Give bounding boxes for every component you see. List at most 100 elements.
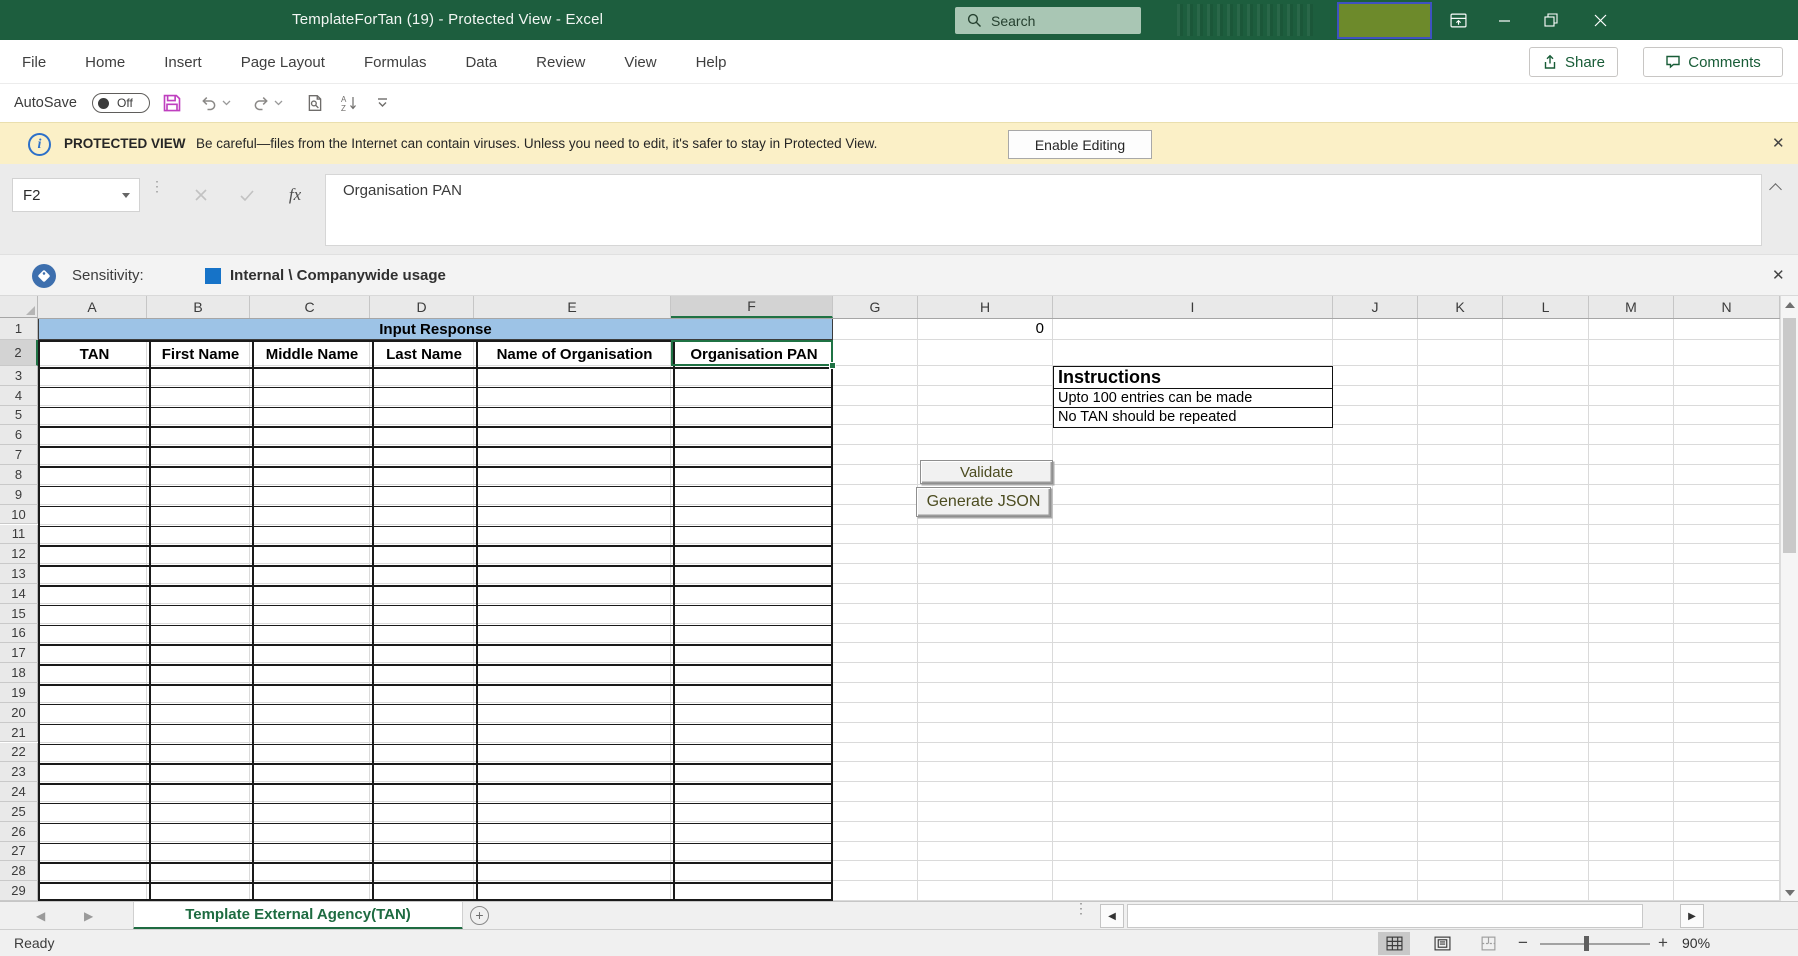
vertical-scrollbar-thumb[interactable] xyxy=(1783,318,1796,553)
share-button[interactable]: Share xyxy=(1529,47,1618,77)
page-break-view-button[interactable] xyxy=(1472,932,1504,955)
row-header-3[interactable]: 3 xyxy=(0,366,38,386)
sensitivity-close-icon[interactable]: ✕ xyxy=(1772,268,1785,283)
select-all-corner[interactable] xyxy=(0,296,38,318)
tab-scroll-splitter[interactable]: ⋮ xyxy=(1074,905,1088,912)
column-header-D[interactable]: D xyxy=(370,296,474,318)
column-header-M[interactable]: M xyxy=(1589,296,1674,318)
row-header-13[interactable]: 13 xyxy=(0,564,38,584)
instructions-line-1[interactable]: Upto 100 entries can be made xyxy=(1053,388,1333,409)
table-header-cell-4[interactable]: Last Name xyxy=(372,342,476,366)
save-button[interactable] xyxy=(162,84,182,122)
normal-view-button[interactable] xyxy=(1378,932,1410,955)
row-header-5[interactable]: 5 xyxy=(0,406,38,426)
generate-json-button[interactable]: Generate JSON xyxy=(916,487,1051,517)
cancel-entry-icon[interactable] xyxy=(184,178,218,212)
row-header-11[interactable]: 11 xyxy=(0,525,38,545)
column-header-C[interactable]: C xyxy=(250,296,370,318)
row-header-26[interactable]: 26 xyxy=(0,822,38,842)
ribbon-tab-data[interactable]: Data xyxy=(465,54,497,71)
row-header-23[interactable]: 23 xyxy=(0,762,38,782)
row-header-8[interactable]: 8 xyxy=(0,465,38,485)
ribbon-tab-review[interactable]: Review xyxy=(536,54,585,71)
ribbon-tab-formulas[interactable]: Formulas xyxy=(364,54,427,71)
row-header-25[interactable]: 25 xyxy=(0,802,38,822)
row-header-18[interactable]: 18 xyxy=(0,663,38,683)
vertical-scrollbar[interactable] xyxy=(1780,296,1798,901)
row-header-17[interactable]: 17 xyxy=(0,643,38,663)
instructions-line-2[interactable]: No TAN should be repeated xyxy=(1053,407,1333,428)
column-header-H[interactable]: H xyxy=(918,296,1053,318)
comments-button[interactable]: Comments xyxy=(1643,47,1783,77)
redo-dropdown-chevron-icon[interactable] xyxy=(274,84,283,122)
name-box[interactable]: F2 xyxy=(12,178,140,212)
print-preview-button[interactable] xyxy=(306,84,324,122)
column-header-G[interactable]: G xyxy=(833,296,918,318)
active-sheet-tab[interactable]: Template External Agency(TAN) xyxy=(133,902,463,930)
sort-az-button[interactable]: AZ xyxy=(340,84,358,122)
row-header-2[interactable]: 2 xyxy=(0,340,38,366)
table-header-cell-5[interactable]: Name of Organisation xyxy=(476,342,673,366)
row-header-1[interactable]: 1 xyxy=(0,318,38,340)
row-header-12[interactable]: 12 xyxy=(0,544,38,564)
column-header-L[interactable]: L xyxy=(1503,296,1589,318)
scroll-down-icon[interactable] xyxy=(1785,890,1795,896)
column-header-E[interactable]: E xyxy=(474,296,671,318)
close-button[interactable] xyxy=(1578,0,1622,40)
restore-button[interactable] xyxy=(1529,0,1573,40)
zoom-slider[interactable] xyxy=(1540,943,1650,945)
row-header-6[interactable]: 6 xyxy=(0,425,38,445)
row-header-20[interactable]: 20 xyxy=(0,703,38,723)
undo-dropdown-chevron-icon[interactable] xyxy=(222,84,231,122)
hscroll-right-button[interactable]: ▶ xyxy=(1680,904,1704,928)
enable-editing-button[interactable]: Enable Editing xyxy=(1008,130,1152,159)
name-box-dropdown-chevron-icon[interactable] xyxy=(122,193,130,198)
row-header-28[interactable]: 28 xyxy=(0,861,38,881)
fill-handle[interactable] xyxy=(829,362,836,369)
ribbon-tab-help[interactable]: Help xyxy=(696,54,727,71)
table-header-cell-3[interactable]: Middle Name xyxy=(252,342,372,366)
column-header-I[interactable]: I xyxy=(1053,296,1333,318)
ribbon-tab-file[interactable]: File xyxy=(22,54,46,71)
row-header-19[interactable]: 19 xyxy=(0,683,38,703)
row-header-22[interactable]: 22 xyxy=(0,743,38,763)
row-header-14[interactable]: 14 xyxy=(0,584,38,604)
instructions-title-cell[interactable]: Instructions xyxy=(1053,366,1333,389)
column-header-J[interactable]: J xyxy=(1333,296,1418,318)
undo-button[interactable] xyxy=(200,84,218,122)
row-header-4[interactable]: 4 xyxy=(0,386,38,406)
zoom-in-button[interactable]: + xyxy=(1658,930,1668,956)
customize-qat-button[interactable] xyxy=(376,84,389,122)
new-sheet-button[interactable]: + xyxy=(470,906,489,925)
sheet-nav-right-icon[interactable]: ▶ xyxy=(84,909,93,923)
cell-H1[interactable]: 0 xyxy=(918,318,1049,340)
table-header-cell-2[interactable]: First Name xyxy=(149,342,252,366)
column-header-A[interactable]: A xyxy=(38,296,147,318)
horizontal-scrollbar-track[interactable] xyxy=(1127,904,1643,928)
page-layout-view-button[interactable] xyxy=(1426,932,1458,955)
row-header-7[interactable]: 7 xyxy=(0,445,38,465)
fx-icon[interactable]: fx xyxy=(278,178,312,212)
row-header-27[interactable]: 27 xyxy=(0,842,38,862)
scroll-up-icon[interactable] xyxy=(1785,302,1795,308)
search-input[interactable]: Search xyxy=(955,7,1141,34)
formula-input[interactable]: Organisation PAN xyxy=(325,174,1762,246)
row-header-16[interactable]: 16 xyxy=(0,624,38,644)
selected-cell-outline[interactable] xyxy=(671,340,833,366)
confirm-entry-icon[interactable] xyxy=(230,178,264,212)
row-header-10[interactable]: 10 xyxy=(0,505,38,525)
row-header-21[interactable]: 21 xyxy=(0,723,38,743)
ribbon-display-options-button[interactable] xyxy=(1436,0,1480,40)
minimize-button[interactable] xyxy=(1482,0,1526,40)
column-header-K[interactable]: K xyxy=(1418,296,1503,318)
autosave-toggle[interactable]: Off xyxy=(92,93,150,113)
redo-button[interactable] xyxy=(252,84,270,122)
validate-button[interactable]: Validate xyxy=(920,460,1053,484)
table-header-cell-1[interactable]: TAN xyxy=(40,342,149,366)
ribbon-tab-view[interactable]: View xyxy=(624,54,656,71)
column-header-N[interactable]: N xyxy=(1674,296,1780,318)
hscroll-left-button[interactable]: ◀ xyxy=(1100,904,1124,928)
row-header-9[interactable]: 9 xyxy=(0,485,38,505)
banner-close-icon[interactable]: ✕ xyxy=(1772,136,1785,151)
sheet-nav-left-icon[interactable]: ◀ xyxy=(36,909,45,923)
